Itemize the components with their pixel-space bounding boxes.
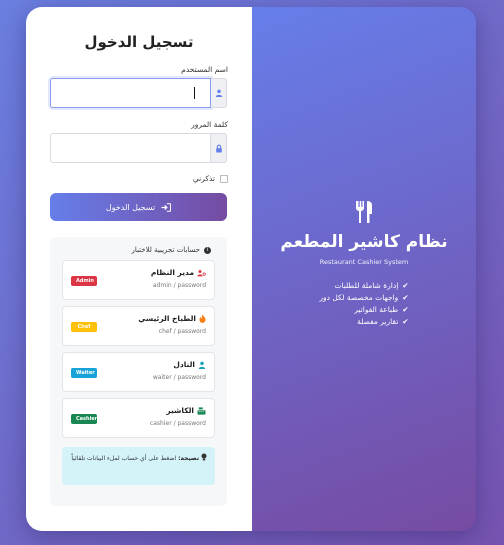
login-button-label: تسجيل الدخول — [105, 202, 156, 212]
password-label: كلمة المرور — [191, 120, 228, 129]
account-card-chef[interactable]: الطباخ الرئيسي chef / password Chef — [62, 306, 215, 346]
demo-title: حسابات تجريبية للاختبار — [131, 246, 200, 254]
check-icon: ✔ — [402, 317, 409, 326]
password-group — [50, 133, 227, 163]
account-name: النادل — [173, 360, 195, 369]
lock-icon — [211, 133, 227, 163]
text-caret — [194, 87, 195, 99]
login-card: تسجيل الدخول اسم المستخدم كلمة المرور تذ… — [26, 7, 476, 531]
tip-text: اضغط على أي حساب لملء البيانات تلقائياً — [71, 455, 177, 462]
account-card-waiter[interactable]: النادل waiter / password Waiter — [62, 352, 215, 392]
users-cog-icon — [197, 269, 206, 276]
fire-icon — [199, 314, 206, 323]
account-name: الطباخ الرئيسي — [138, 314, 196, 323]
password-input[interactable] — [50, 133, 211, 163]
user-icon — [211, 78, 227, 108]
app-title: نظام كاشير المطعم — [280, 232, 448, 252]
info-icon: i — [204, 246, 211, 254]
role-badge: Admin — [71, 276, 97, 286]
account-name: الكاشير — [166, 406, 194, 415]
account-card-admin[interactable]: مدير النظام admin / password Admin — [62, 260, 215, 300]
demo-accounts-box: i حسابات تجريبية للاختبار مدير النظام ad… — [50, 237, 227, 506]
lightbulb-icon — [201, 453, 207, 461]
utensils-icon — [356, 201, 372, 223]
check-icon: ✔ — [402, 293, 409, 302]
remember-label: تذكرني — [192, 174, 215, 183]
login-panel: تسجيل الدخول اسم المستخدم كلمة المرور تذ… — [26, 7, 252, 531]
account-name: مدير النظام — [150, 268, 194, 277]
feature-item: ✔طباعة الفواتير — [354, 305, 409, 314]
feature-item: ✔إدارة شاملة للطلبات — [334, 281, 409, 290]
login-title: تسجيل الدخول — [84, 33, 194, 51]
check-icon: ✔ — [402, 281, 409, 290]
role-badge: Cashier — [71, 414, 97, 424]
username-group — [50, 78, 227, 108]
demo-title-row: i حسابات تجريبية للاختبار — [62, 246, 211, 254]
feature-item: ✔تقارير مفصلة — [357, 317, 409, 326]
cash-register-icon — [197, 406, 206, 415]
login-button[interactable]: تسجيل الدخول — [50, 193, 227, 221]
tip-label: نصيحة: — [178, 455, 200, 462]
account-card-cashier[interactable]: الكاشير cashier / password Cashier — [62, 398, 215, 438]
remember-row: تذكرني — [50, 174, 228, 183]
sign-in-icon — [161, 202, 172, 212]
username-input[interactable] — [50, 78, 211, 108]
role-badge: Chef — [71, 322, 97, 332]
username-label: اسم المستخدم — [181, 65, 228, 74]
feature-item: ✔واجهات مخصصة لكل دور — [319, 293, 409, 302]
check-icon: ✔ — [402, 305, 409, 314]
remember-checkbox[interactable] — [220, 174, 228, 183]
brand-panel: نظام كاشير المطعم Restaurant Cashier Sys… — [252, 7, 476, 531]
tip-box: نصيحة: اضغط على أي حساب لملء البيانات تل… — [62, 447, 215, 485]
role-badge: Waiter — [71, 368, 97, 378]
feature-list: ✔إدارة شاملة للطلبات ✔واجهات مخصصة لكل د… — [319, 280, 408, 328]
app-subtitle: Restaurant Cashier System — [319, 258, 409, 266]
user-icon — [198, 361, 206, 369]
